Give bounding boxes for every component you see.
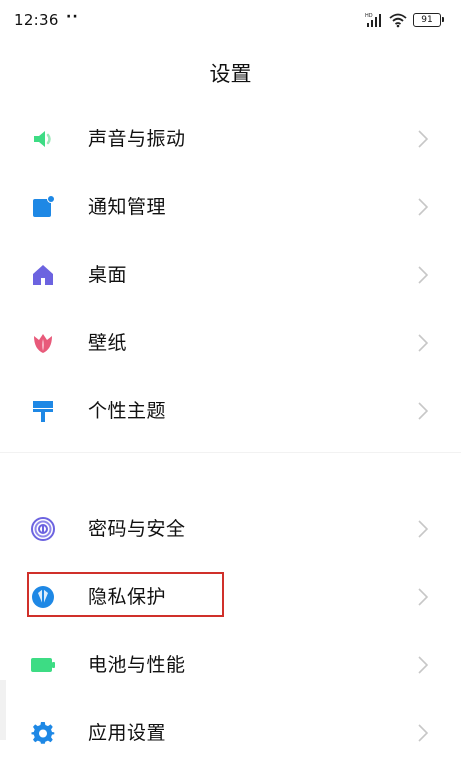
page-title: 设置 xyxy=(209,62,252,86)
settings-item-label: 应用设置 xyxy=(88,722,167,744)
chevron-right-icon xyxy=(418,334,428,352)
notification-icon xyxy=(30,194,56,220)
status-notification-dots: ·· xyxy=(66,9,79,25)
chevron-right-icon xyxy=(418,588,428,606)
chevron-right-icon xyxy=(418,520,428,538)
signal-icon: HD xyxy=(365,13,381,27)
settings-item-app-settings[interactable]: 应用设置 xyxy=(0,698,461,766)
status-bar: 12:36 ·· HD 91 xyxy=(0,0,461,40)
settings-item-notifications[interactable]: 通知管理 xyxy=(0,172,461,240)
settings-item-password-security[interactable]: 密码与安全 xyxy=(0,494,461,562)
brush-icon xyxy=(30,398,56,424)
settings-item-label: 个性主题 xyxy=(88,400,167,422)
speaker-icon xyxy=(30,126,56,152)
chevron-right-icon xyxy=(418,402,428,420)
settings-item-label: 桌面 xyxy=(88,264,128,286)
home-icon xyxy=(30,262,56,288)
battery-level: 91 xyxy=(421,15,433,25)
chevron-right-icon xyxy=(418,266,428,284)
settings-item-battery-performance[interactable]: 电池与性能 xyxy=(0,630,461,698)
status-indicators: HD 91 xyxy=(365,10,444,30)
settings-item-themes[interactable]: 个性主题 xyxy=(0,376,461,444)
network-label: HD xyxy=(365,13,373,19)
settings-item-label: 壁纸 xyxy=(88,332,128,354)
edge-shadow xyxy=(0,680,6,740)
chevron-right-icon xyxy=(418,198,428,216)
chevron-right-icon xyxy=(418,130,428,148)
settings-item-sound-vibration[interactable]: 声音与振动 xyxy=(0,104,461,172)
settings-item-desktop[interactable]: 桌面 xyxy=(0,240,461,308)
battery-indicator: 91 xyxy=(413,13,444,27)
settings-item-label: 通知管理 xyxy=(88,196,167,218)
battery-icon xyxy=(30,652,56,678)
settings-item-label: 电池与性能 xyxy=(88,654,186,676)
fingerprint-icon xyxy=(30,516,56,542)
settings-item-label: 密码与安全 xyxy=(88,518,186,540)
wifi-icon xyxy=(389,13,407,28)
chevron-right-icon xyxy=(418,724,428,742)
group-divider xyxy=(0,452,461,453)
highlight-annotation-box xyxy=(27,572,224,617)
gear-icon xyxy=(30,720,56,746)
tulip-icon xyxy=(30,330,56,356)
chevron-right-icon xyxy=(418,656,428,674)
settings-item-wallpaper[interactable]: 壁纸 xyxy=(0,308,461,376)
status-time: 12:36 xyxy=(14,11,59,29)
settings-item-label: 声音与振动 xyxy=(88,128,186,150)
